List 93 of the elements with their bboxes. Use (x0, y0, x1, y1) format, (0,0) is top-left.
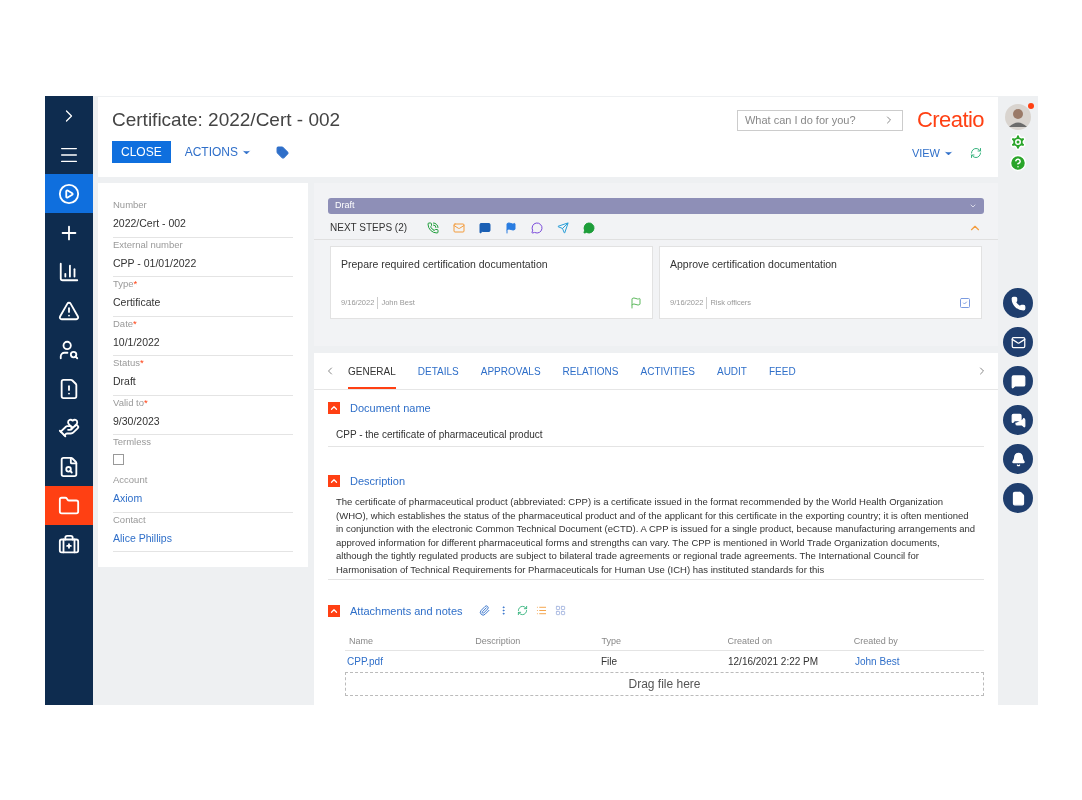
field-label: External number (113, 238, 184, 251)
field-link[interactable]: Alice Phillips (113, 530, 293, 545)
stage-bar[interactable]: Draft (328, 198, 984, 214)
collapse-toggle[interactable] (328, 402, 340, 415)
collapse-toggle[interactable] (328, 604, 340, 617)
email-icon (453, 221, 466, 234)
field-label: Valid to* (113, 396, 149, 409)
list-icon (535, 605, 547, 617)
chat-button[interactable] (1003, 366, 1033, 396)
field-label: Status* (113, 357, 145, 369)
tab[interactable]: APPROVALS (480, 353, 541, 389)
checkbox[interactable] (113, 454, 124, 465)
chat-icon (479, 221, 492, 234)
email-button[interactable] (1003, 327, 1033, 357)
document-search-icon (58, 455, 80, 478)
tab[interactable]: GENERAL (348, 353, 396, 389)
page-title: Certificate: 2022/Cert - 002 (112, 109, 342, 131)
grid-icon (554, 605, 566, 617)
speech-bubble-icon (1010, 373, 1026, 389)
tag-icon (276, 145, 290, 159)
play-icon (58, 182, 80, 205)
field-label: Account (113, 474, 149, 486)
field-link[interactable]: Axiom (113, 491, 293, 505)
document-warning-icon (58, 377, 80, 400)
user-link[interactable]: John Best (855, 654, 982, 670)
phone-button[interactable] (1003, 288, 1033, 318)
hands-icon (58, 416, 80, 439)
column-header: Type (601, 634, 622, 648)
document-icon (1010, 490, 1026, 506)
section-title: Document name (350, 401, 431, 416)
person-search-icon (58, 338, 80, 361)
field-value: CPP - 01/01/2022 (113, 255, 198, 270)
flag-icon (505, 221, 518, 234)
paperclip-icon (478, 605, 490, 617)
field-value: Certificate (113, 295, 162, 309)
tab[interactable]: FEED (768, 353, 796, 389)
whatsapp-icon (583, 221, 596, 234)
help-icon (1009, 154, 1027, 172)
drop-zone[interactable]: Drag file here (345, 672, 984, 697)
field-value: 9/30/2023 (113, 413, 161, 428)
tab[interactable]: RELATIONS (562, 353, 619, 389)
close-button[interactable]: CLOSE (112, 141, 171, 163)
avatar (1005, 104, 1031, 130)
task-title: Prepare required certification documentation (341, 257, 549, 272)
caret-icon (969, 202, 977, 210)
column-header: Name (349, 634, 374, 648)
field-value: Draft (113, 374, 137, 388)
column-header: Description (475, 634, 522, 648)
settings-icon (1009, 133, 1027, 151)
section-title: Description (350, 473, 406, 489)
bell-icon (1010, 451, 1026, 467)
section-title: Attachments and notes (350, 603, 463, 619)
envelope-icon (1010, 334, 1026, 350)
tab[interactable]: ACTIVITIES (640, 353, 695, 389)
collapse-toggle[interactable] (328, 474, 340, 487)
actions-button[interactable]: ACTIONS (184, 143, 253, 161)
briefcase-icon (58, 533, 80, 556)
field-label: Type* (113, 278, 139, 290)
field-value: 10/1/2022 (113, 334, 161, 349)
next-steps-label: NEXT STEPS (2) (330, 221, 408, 235)
speech-bubbles-icon (1010, 412, 1026, 428)
checklist-icon (959, 297, 971, 309)
conversations-button[interactable] (1003, 405, 1033, 435)
folder-icon (58, 494, 80, 517)
file-link[interactable]: CPP.pdf (347, 654, 474, 670)
tab[interactable]: AUDIT (716, 353, 747, 389)
table-cell-text: 12/16/2021 2:22 PM (728, 655, 820, 670)
task-title: Approve certification documentation (670, 257, 838, 272)
search-field[interactable]: What can I do for you? (736, 109, 903, 131)
column-header: Created by (853, 634, 899, 648)
field-label: Date* (113, 317, 138, 330)
column-header: Created on (727, 634, 774, 648)
document-button[interactable] (1003, 483, 1033, 513)
field-label: Contact (113, 513, 147, 526)
field-label: Number (113, 199, 148, 211)
warning-icon (58, 299, 80, 322)
document-name-value: CPP - the certificate of pharmaceutical product (328, 426, 984, 447)
phone-icon (1010, 295, 1026, 311)
notifications-button[interactable] (1003, 444, 1033, 474)
bar-chart-icon (58, 260, 80, 283)
view-button[interactable]: VIEW (911, 145, 954, 162)
description-text: The certificate of pharmaceutical product (abbreviated: CPP) is a certificate issued in the format recommended by the World Health Organization (WHO), which establishes the status of the pharmaceutical product and of the applicant for this certificate in the exporting country; it is often mentioned in conjunction with the electronic Common Technical Document (eCTD). A CPP is issued for a single product, because manufacturing arrangements and approved information for different pharmaceutical forms and strengths can vary. The CPP is mentioned in World Trade Organization documents, although the tightly regulated products are subject to bilateral trade agreements or regional trade agreements. The International Council for Harmonisation of Technical Requirements for Pharmaceuticals for Human Use (ICH) has instituted standards for this (328, 495, 984, 580)
refresh-icon (970, 147, 982, 160)
messenger-icon (531, 221, 544, 234)
field-label: Termless (113, 436, 152, 448)
flag-icon (630, 297, 642, 309)
tab[interactable]: DETAILS (417, 353, 459, 389)
field-value: 2022/Cert - 002 (113, 216, 187, 230)
table-cell-text: File (601, 655, 619, 670)
paper-plane-icon (557, 221, 570, 234)
logo: Creatio (916, 109, 984, 131)
phone-icon (427, 221, 440, 234)
refresh-icon (516, 605, 528, 617)
